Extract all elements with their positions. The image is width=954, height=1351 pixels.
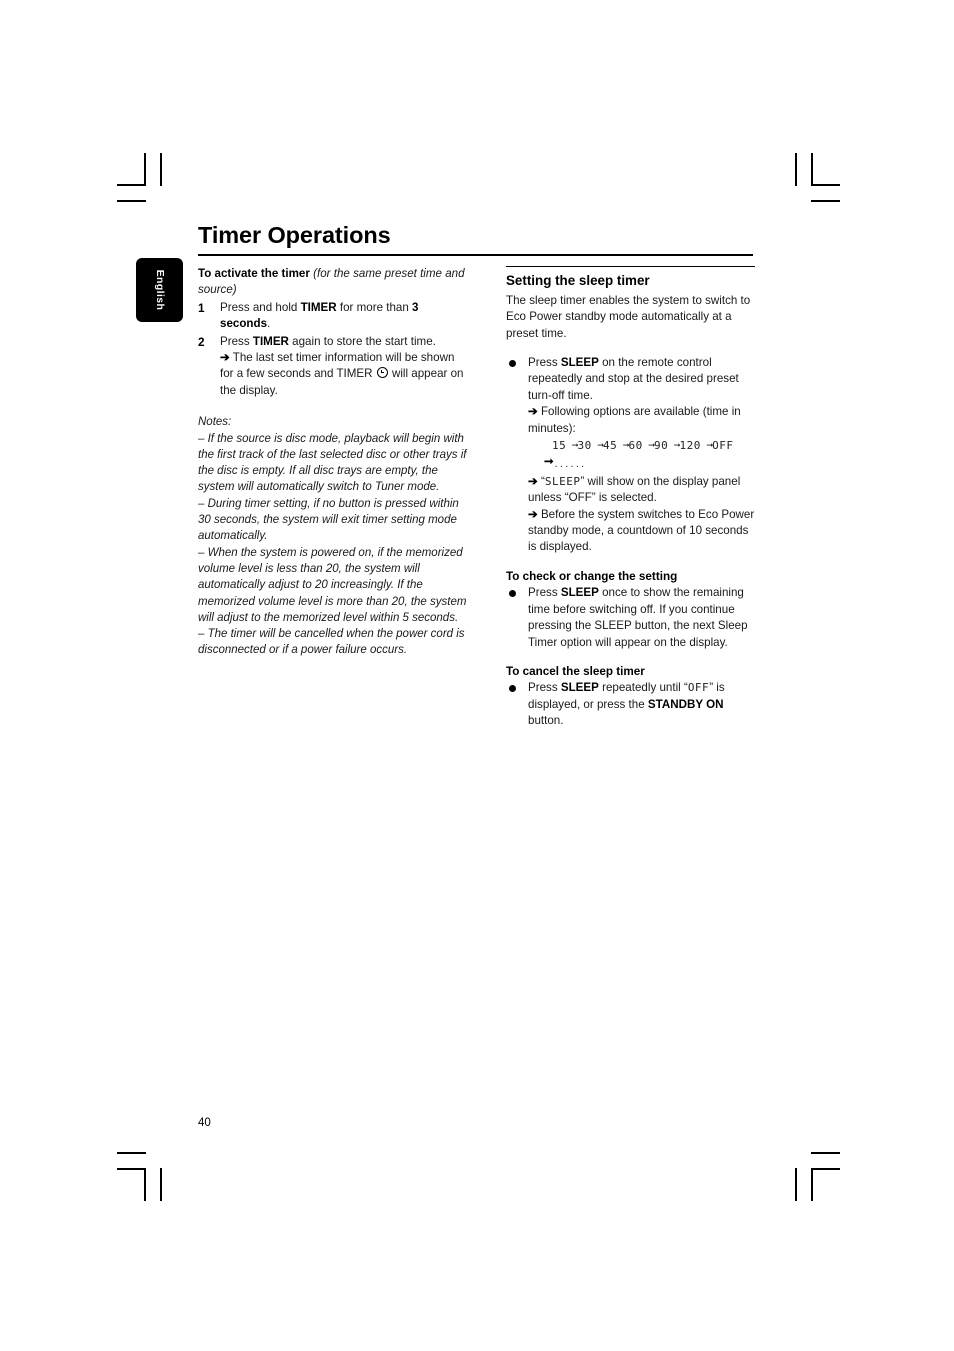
subheading-cancel-sleep-timer: To cancel the sleep timer — [506, 664, 645, 678]
arrow-icon: ➞ — [544, 455, 554, 469]
clock-icon — [376, 367, 388, 379]
sequence-arrow-icon: ➞ — [642, 439, 655, 453]
step-1-text-before: Press and hold — [220, 300, 301, 314]
bullet1-text-before: Press — [528, 356, 561, 370]
cancel-text-mid-a: repeatedly until “ — [598, 681, 688, 695]
sleep-timer-intro: The sleep timer enables the system to sw… — [506, 293, 751, 340]
check-text-before: Press — [528, 586, 561, 600]
bullet1-bold-sleep: SLEEP — [560, 356, 599, 370]
subheading-check-setting: To check or change the setting — [506, 569, 678, 583]
crop-mark-bottom-right — [795, 1168, 797, 1201]
crop-mark-bottom-right — [811, 1152, 840, 1154]
notes-label: Notes: — [198, 416, 232, 429]
section-divider — [506, 266, 755, 268]
cancel-bold-standby-on: STANDBY ON — [647, 697, 724, 711]
sequence-value: 45 — [603, 439, 618, 453]
crop-mark-top-right — [811, 184, 840, 186]
sequence-value: 30 — [577, 439, 592, 453]
step-2-bold-timer: TIMER — [252, 334, 289, 348]
bullet-icon — [509, 590, 516, 598]
crop-mark-top-right — [811, 200, 840, 202]
step-2-number: 2 — [198, 334, 205, 349]
crop-mark-bottom-left — [117, 1168, 146, 1170]
sequence-ellipsis: ...... — [553, 460, 586, 470]
arrow-icon: ➔ — [528, 474, 538, 488]
sleep-timer-sequence-continuation: ➞...... — [528, 454, 756, 473]
check-bold-sleep: SLEEP — [560, 586, 599, 600]
arrow-icon: ➔ — [528, 405, 538, 419]
cancel-text-before: Press — [528, 681, 561, 695]
left-column: To activate the timer (for the same pres… — [198, 266, 470, 659]
notes-block: Notes: – If the source is disc mode, pla… — [198, 414, 470, 658]
crop-mark-bottom-left — [144, 1168, 146, 1201]
note-item: – The timer will be cancelled when the p… — [198, 628, 465, 657]
step-1-text-mid: for more than — [336, 300, 413, 314]
bullet-check-setting: Press SLEEP once to show the remaining t… — [506, 585, 756, 651]
section-heading-sleep-timer: Setting the sleep timer — [506, 273, 650, 289]
arrow-icon: ➔ — [220, 351, 230, 365]
crop-mark-top-left — [160, 153, 162, 186]
sequence-arrow-icon: ➞ — [700, 439, 713, 453]
language-tab: English — [136, 258, 183, 322]
crop-mark-top-left — [117, 200, 146, 202]
cancel-bold-sleep: SLEEP — [560, 681, 599, 695]
sequence-arrow-icon: ➞ — [668, 439, 681, 453]
sequence-arrow-icon: ➞ — [566, 439, 579, 453]
bullet1-arrow3: ➔ Before the system switches to Eco Powe… — [528, 507, 756, 556]
crop-mark-bottom-left — [117, 1152, 146, 1154]
step-1: 1 Press and hold TIMER for more than 3 s… — [198, 300, 470, 333]
bullet-icon — [509, 360, 516, 368]
note-item: – During timer setting, if no button is … — [198, 497, 459, 543]
lcd-sleep-label: SLEEP — [544, 474, 581, 488]
step-2: 2 Press TIMER again to store the start t… — [198, 334, 470, 400]
cancel-text-after: button. — [528, 714, 564, 728]
step-1-number: 1 — [198, 300, 205, 315]
crop-mark-top-right — [795, 153, 797, 186]
bullet-cancel-sleep: Press SLEEP repeatedly until “OFF” is di… — [506, 680, 756, 729]
step-2-text-before: Press — [220, 334, 253, 348]
sequence-arrow-icon: ➞ — [591, 439, 604, 453]
bullet1-arrow2: ➔ “SLEEP” will show on the display panel… — [528, 474, 756, 507]
bullet1-arrow1: Following options are available (time in… — [528, 405, 741, 435]
crop-mark-top-right — [811, 153, 813, 186]
step-2-text-mid: again to store the start time. — [288, 334, 436, 348]
lcd-off-label: OFF — [687, 681, 710, 695]
note-item: – When the system is powered on, if the … — [198, 546, 467, 624]
sequence-value: 15 — [552, 439, 567, 453]
sequence-value: 120 — [679, 439, 701, 453]
right-column: Setting the sleep timer The sleep timer … — [506, 266, 756, 730]
crop-mark-top-left — [144, 153, 146, 186]
activate-timer-bold: To activate the timer — [198, 267, 310, 280]
note-item: – If the source is disc mode, playback w… — [198, 432, 467, 494]
step-1-text-after: . — [267, 317, 271, 331]
crop-mark-top-left — [117, 184, 146, 186]
sequence-arrow-icon: ➞ — [617, 439, 630, 453]
bullet-set-sleep: Press SLEEP on the remote control repeat… — [506, 355, 756, 556]
language-tab-label: English — [153, 269, 166, 311]
page-number: 40 — [198, 1117, 211, 1129]
activate-timer-intro: To activate the timer (for the same pres… — [198, 266, 470, 299]
crop-mark-bottom-left — [160, 1168, 162, 1201]
crop-mark-bottom-right — [811, 1168, 840, 1170]
arrow-icon: ➔ — [528, 507, 538, 521]
bullet-icon — [509, 685, 516, 693]
bullet1-arrow3-text: Before the system switches to Eco Power … — [528, 507, 755, 554]
step-1-bold-timer: TIMER — [300, 300, 337, 314]
sleep-timer-sequence: 15 ➞30 ➞45 ➞60 ➞90 ➞120 ➞OFF — [552, 438, 756, 454]
page-title: Timer Operations — [198, 222, 391, 248]
sequence-value: 90 — [654, 439, 669, 453]
sequence-value: OFF — [712, 439, 734, 453]
title-divider — [198, 253, 753, 257]
crop-mark-bottom-right — [811, 1168, 813, 1201]
sequence-value: 60 — [628, 439, 643, 453]
